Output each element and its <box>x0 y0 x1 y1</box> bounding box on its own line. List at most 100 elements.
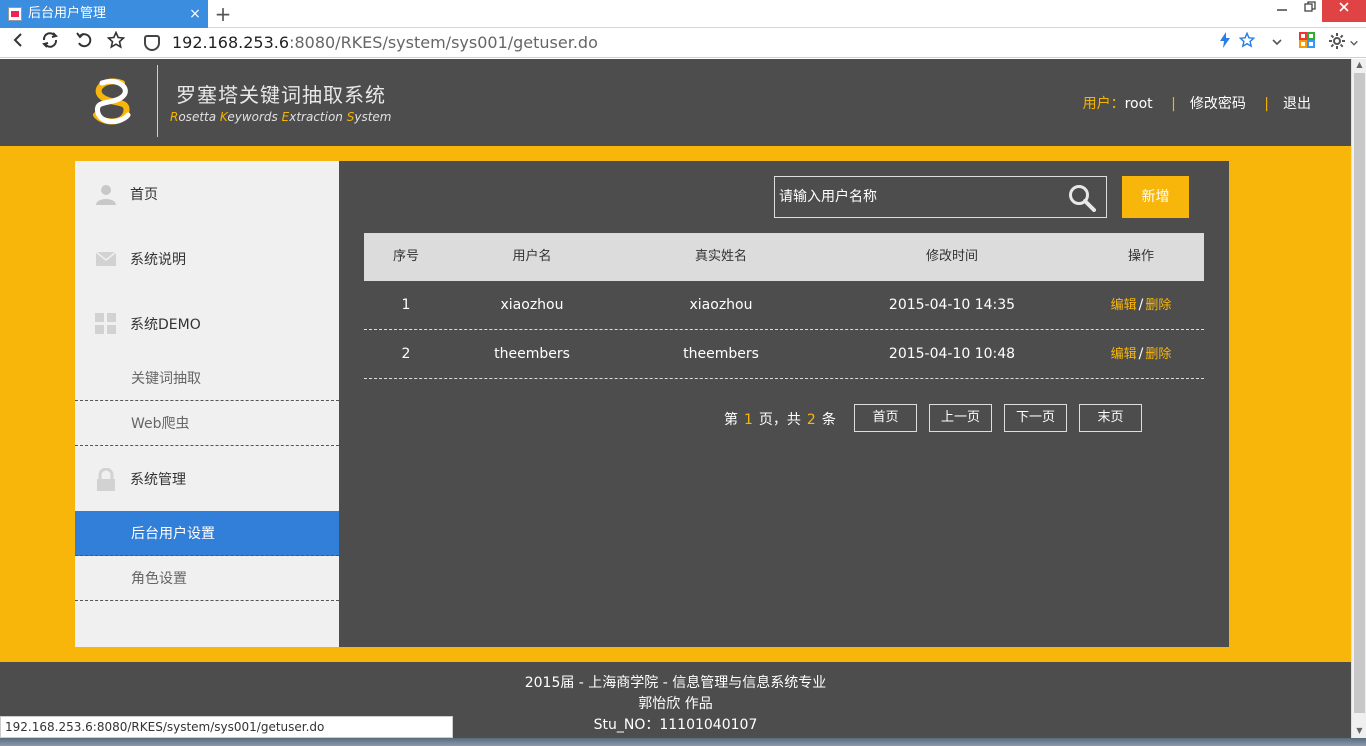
grid-icon <box>95 313 117 335</box>
system-title: 罗塞塔关键词抽取系统 <box>176 83 386 107</box>
lightning-mode-icon[interactable] <box>1214 32 1236 54</box>
window-close-button[interactable] <box>1322 0 1366 22</box>
sidebar-item-web-crawler[interactable]: Web爬虫 <box>75 401 339 446</box>
cell-index: 2 <box>401 346 411 362</box>
total-count: 2 <box>806 412 816 428</box>
header-separator: | <box>1171 96 1176 112</box>
sidebar-item-home[interactable]: 首页 <box>75 165 339 221</box>
bookmark-star-icon[interactable] <box>104 30 128 55</box>
sidebar-item-label: 角色设置 <box>131 571 187 587</box>
tab-title: 后台用户管理 <box>28 6 107 21</box>
search-icon[interactable] <box>1068 184 1096 212</box>
edit-link[interactable]: 编辑 <box>1111 347 1137 362</box>
cell-actions: 编辑 / 删除 <box>1078 281 1204 329</box>
cell-modified: 2015-04-10 14:35 <box>888 297 1016 313</box>
last-page-button[interactable]: 末页 <box>1079 404 1142 432</box>
apps-grid-icon[interactable] <box>1296 32 1318 54</box>
cell-username: theembers <box>494 346 570 362</box>
browser-status-url: 192.168.253.6:8080/RKES/system/sys001/ge… <box>0 716 453 738</box>
content-panel: 新增 序号 用户名 真实姓名 修改时间 操作 1 xiaozhou xiaozh… <box>339 161 1229 647</box>
column-header: 操作 <box>1127 249 1154 264</box>
user-table: 序号 用户名 真实姓名 修改时间 操作 1 xiaozhou xiaozhou … <box>364 233 1204 379</box>
sidebar-item-label: Web爬虫 <box>131 416 190 432</box>
browser-tab-bar: 后台用户管理 × + <box>0 0 1366 28</box>
scroll-up-icon[interactable]: ▲ <box>1352 59 1366 71</box>
sidebar-item-label: 首页 <box>130 187 158 203</box>
add-user-button[interactable]: 新增 <box>1122 176 1189 218</box>
cell-index: 1 <box>401 297 411 313</box>
page-info: 第 1 页，共 2 条 <box>724 412 836 428</box>
browser-tab-active[interactable]: 后台用户管理 × <box>0 0 208 28</box>
prev-page-button[interactable]: 上一页 <box>929 404 992 432</box>
search-input[interactable] <box>779 186 1059 208</box>
sidebar-item-role-settings[interactable]: 角色设置 <box>75 556 339 601</box>
column-header: 用户名 <box>512 249 552 264</box>
column-header: 修改时间 <box>925 249 978 264</box>
site-header: 罗塞塔关键词抽取系统 Rosetta Keywords Extraction S… <box>0 59 1351 146</box>
sidebar-item-label: 系统说明 <box>130 252 186 268</box>
current-page-number: 1 <box>744 412 753 428</box>
sidebar-item-label: 关键词抽取 <box>131 371 201 387</box>
table-header: 序号 用户名 真实姓名 修改时间 操作 <box>364 233 1204 281</box>
window-minimize-button[interactable] <box>1268 0 1296 22</box>
system-subtitle: Rosetta Keywords Extraction System <box>170 110 392 124</box>
sidebar-item-user-settings[interactable]: 后台用户设置 <box>75 511 339 556</box>
page-favicon-icon <box>8 7 22 21</box>
favorite-star-icon[interactable] <box>1236 31 1258 54</box>
change-password-link[interactable]: 修改密码 <box>1190 96 1246 112</box>
sidebar-item-label: 后台用户设置 <box>131 526 215 542</box>
user-icon <box>95 183 117 205</box>
back-icon[interactable] <box>6 31 30 55</box>
scroll-down-icon[interactable]: ▼ <box>1352 725 1366 737</box>
search-box <box>774 176 1107 218</box>
action-separator: / <box>1138 297 1144 313</box>
os-taskbar <box>0 738 1366 746</box>
url-text[interactable]: 192.168.253.6:8080/RKES/system/sys001/ge… <box>172 32 598 54</box>
sidebar-item-keyword-extract[interactable]: 关键词抽取 <box>75 356 339 401</box>
user-area: 用户：root | 修改密码 | 退出 <box>1083 93 1311 113</box>
sidebar-item-system-demo[interactable]: 系统DEMO <box>75 295 339 351</box>
sidebar-item-system-manage[interactable]: 系统管理 <box>75 450 339 506</box>
action-separator: / <box>1138 346 1144 362</box>
dropdown-chevron-icon[interactable] <box>1266 32 1288 54</box>
main-body: 首页 系统说明 系统DEMO 关键词抽取 Web爬虫 系统管理 后台用户设置 角… <box>0 146 1351 662</box>
user-name: root <box>1124 96 1153 112</box>
footer-line-school: 2015届 - 上海商学院 - 信息管理与信息系统专业 <box>524 675 827 691</box>
first-page-button[interactable]: 首页 <box>854 404 917 432</box>
table-row: 1 xiaozhou xiaozhou 2015-04-10 14:35 编辑 /… <box>364 281 1204 330</box>
security-shield-icon[interactable] <box>144 35 160 51</box>
site-logo-icon[interactable] <box>86 75 138 127</box>
sidebar-item-label: 系统DEMO <box>130 317 201 333</box>
next-page-button[interactable]: 下一页 <box>1004 404 1067 432</box>
scroll-thumb[interactable] <box>1354 73 1365 713</box>
cell-actions: 编辑 / 删除 <box>1078 330 1204 378</box>
tab-close-icon[interactable]: × <box>188 0 202 28</box>
cell-realname: theembers <box>683 346 759 362</box>
address-bar: 192.168.253.6:8080/RKES/system/sys001/ge… <box>0 28 1366 58</box>
cell-realname: xiaozhou <box>689 297 753 313</box>
mail-icon <box>95 248 117 270</box>
cell-username: xiaozhou <box>500 297 564 313</box>
column-header: 序号 <box>392 249 419 264</box>
page-scrollbar[interactable]: ▲ ▼ <box>1351 59 1366 738</box>
table-row: 2 theembers theembers 2015-04-10 10:48 编… <box>364 330 1204 379</box>
refresh-icon[interactable] <box>38 31 62 55</box>
new-tab-button[interactable]: + <box>212 2 234 26</box>
undo-icon[interactable] <box>72 31 96 55</box>
menu-chevron-icon[interactable] <box>1346 32 1362 54</box>
footer-line-author: 郭怡欣 作品 <box>638 696 713 712</box>
sidebar-item-system-desc[interactable]: 系统说明 <box>75 230 339 286</box>
delete-link[interactable]: 删除 <box>1145 347 1171 362</box>
edit-link[interactable]: 编辑 <box>1111 298 1137 313</box>
logo-divider <box>157 65 158 137</box>
cell-modified: 2015-04-10 10:48 <box>888 346 1016 362</box>
header-separator: | <box>1264 96 1269 112</box>
settings-gear-icon[interactable] <box>1326 32 1348 54</box>
sidebar-item-label: 系统管理 <box>130 472 186 488</box>
window-restore-button[interactable] <box>1296 0 1324 22</box>
logout-link[interactable]: 退出 <box>1283 96 1311 112</box>
column-header: 真实姓名 <box>694 249 747 264</box>
user-label: 用户： <box>1082 96 1125 112</box>
sidebar: 首页 系统说明 系统DEMO 关键词抽取 Web爬虫 系统管理 后台用户设置 角… <box>75 161 339 647</box>
delete-link[interactable]: 删除 <box>1145 298 1171 313</box>
